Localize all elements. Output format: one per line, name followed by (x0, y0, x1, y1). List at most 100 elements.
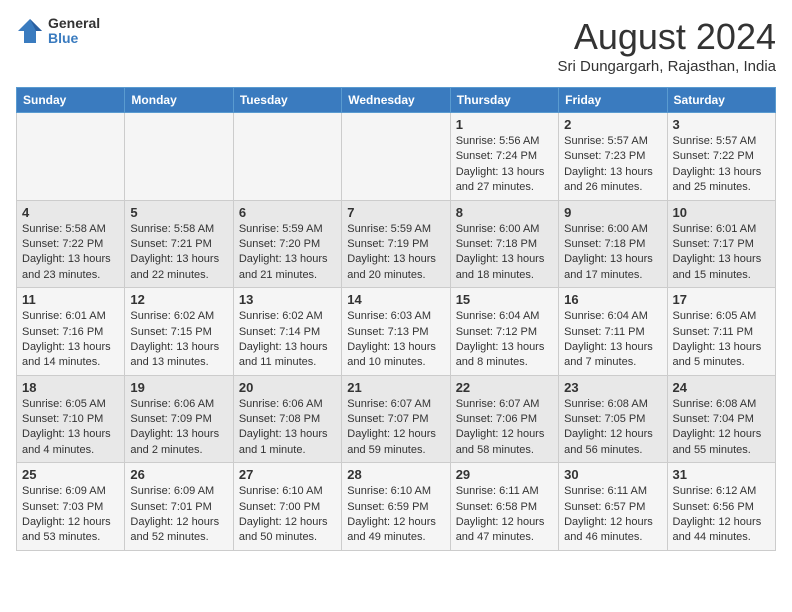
week-row-4: 18 Sunrise: 6:05 AM Sunset: 7:10 PM Dayli… (17, 375, 776, 463)
day-number: 26 (130, 467, 227, 482)
day-number: 7 (347, 205, 444, 220)
day-info: Sunrise: 5:58 AM Sunset: 7:21 PM Dayligh… (130, 222, 227, 284)
day-info: Sunrise: 6:04 AM Sunset: 7:11 PM Dayligh… (564, 309, 661, 371)
day-number: 4 (22, 205, 119, 220)
day-number: 17 (673, 292, 770, 307)
calendar-cell: 25 Sunrise: 6:09 AM Sunset: 7:03 PM Dayli… (17, 463, 125, 551)
logo-general-text: General (48, 16, 100, 31)
calendar-cell: 14 Sunrise: 6:03 AM Sunset: 7:13 PM Dayli… (342, 288, 450, 376)
day-info: Sunrise: 6:02 AM Sunset: 7:15 PM Dayligh… (130, 309, 227, 371)
calendar-cell: 26Sunrise: 6:09 AM Sunset: 7:01 PM Dayli… (125, 463, 233, 551)
day-info: Sunrise: 6:00 AM Sunset: 7:18 PM Dayligh… (564, 222, 661, 284)
day-info: Sunrise: 6:07 AM Sunset: 7:06 PM Dayligh… (456, 397, 553, 459)
day-number: 29 (456, 467, 553, 482)
calendar-cell: 13 Sunrise: 6:02 AM Sunset: 7:14 PM Dayli… (233, 288, 341, 376)
day-number: 28 (347, 467, 444, 482)
calendar-cell (17, 113, 125, 201)
calendar-cell (342, 113, 450, 201)
calendar-cell: 24 Sunrise: 6:08 AM Sunset: 7:04 PM Dayli… (667, 375, 775, 463)
calendar-cell: 15 Sunrise: 6:04 AM Sunset: 7:12 PM Dayli… (450, 288, 558, 376)
day-info: Sunrise: 6:12 AM Sunset: 6:56 PM Dayligh… (673, 484, 770, 546)
day-number: 15 (456, 292, 553, 307)
day-number: 6 (239, 205, 336, 220)
day-info: Sunrise: 6:05 AM Sunset: 7:10 PM Dayligh… (22, 397, 119, 459)
calendar-cell: 30 Sunrise: 6:11 AM Sunset: 6:57 PM Dayli… (559, 463, 667, 551)
header-day-saturday: Saturday (667, 88, 775, 113)
calendar-cell: 2Sunrise: 5:57 AM Sunset: 7:23 PM Daylig… (559, 113, 667, 201)
day-number: 19 (130, 380, 227, 395)
day-info: Sunrise: 5:58 AM Sunset: 7:22 PM Dayligh… (22, 222, 119, 284)
day-info: Sunrise: 6:07 AM Sunset: 7:07 PM Dayligh… (347, 397, 444, 459)
day-number: 10 (673, 205, 770, 220)
day-info: Sunrise: 6:06 AM Sunset: 7:08 PM Dayligh… (239, 397, 336, 459)
calendar-cell: 20 Sunrise: 6:06 AM Sunset: 7:08 PM Dayli… (233, 375, 341, 463)
day-number: 23 (564, 380, 661, 395)
calendar-cell: 1 Sunrise: 5:56 AM Sunset: 7:24 PM Daylig… (450, 113, 558, 201)
day-number: 25 (22, 467, 119, 482)
calendar-table: SundayMondayTuesdayWednesdayThursdayFrid… (16, 87, 776, 551)
day-info: Sunrise: 6:01 AM Sunset: 7:16 PM Dayligh… (22, 309, 119, 371)
day-number: 3 (673, 117, 770, 132)
header-day-monday: Monday (125, 88, 233, 113)
day-number: 5 (130, 205, 227, 220)
header-day-wednesday: Wednesday (342, 88, 450, 113)
day-info: Sunrise: 6:03 AM Sunset: 7:13 PM Dayligh… (347, 309, 444, 371)
calendar-cell (125, 113, 233, 201)
day-number: 8 (456, 205, 553, 220)
header-row: SundayMondayTuesdayWednesdayThursdayFrid… (17, 88, 776, 113)
day-info: Sunrise: 5:59 AM Sunset: 7:20 PM Dayligh… (239, 222, 336, 284)
day-number: 24 (673, 380, 770, 395)
day-number: 20 (239, 380, 336, 395)
day-info: Sunrise: 6:09 AM Sunset: 7:03 PM Dayligh… (22, 484, 119, 546)
day-number: 27 (239, 467, 336, 482)
day-info: Sunrise: 6:11 AM Sunset: 6:58 PM Dayligh… (456, 484, 553, 546)
day-info: Sunrise: 6:10 AM Sunset: 6:59 PM Dayligh… (347, 484, 444, 546)
calendar-cell: 22 Sunrise: 6:07 AM Sunset: 7:06 PM Dayli… (450, 375, 558, 463)
week-row-1: 1 Sunrise: 5:56 AM Sunset: 7:24 PM Daylig… (17, 113, 776, 201)
logo-blue-text: Blue (48, 31, 100, 46)
day-info: Sunrise: 6:02 AM Sunset: 7:14 PM Dayligh… (239, 309, 336, 371)
week-row-5: 25 Sunrise: 6:09 AM Sunset: 7:03 PM Dayli… (17, 463, 776, 551)
day-number: 12 (130, 292, 227, 307)
title-area: August 2024 Sri Dungargarh, Rajasthan, I… (558, 16, 776, 75)
calendar-cell: 10 Sunrise: 6:01 AM Sunset: 7:17 PM Dayli… (667, 200, 775, 288)
day-info: Sunrise: 6:06 AM Sunset: 7:09 PM Dayligh… (130, 397, 227, 459)
calendar-cell: 31 Sunrise: 6:12 AM Sunset: 6:56 PM Dayli… (667, 463, 775, 551)
day-info: Sunrise: 6:11 AM Sunset: 6:57 PM Dayligh… (564, 484, 661, 546)
day-info: Sunrise: 6:00 AM Sunset: 7:18 PM Dayligh… (456, 222, 553, 284)
logo: General Blue (16, 16, 100, 47)
logo-icon (16, 17, 44, 45)
day-info: Sunrise: 5:59 AM Sunset: 7:19 PM Dayligh… (347, 222, 444, 284)
page-header: General Blue August 2024 Sri Dungargarh,… (16, 16, 776, 75)
day-number: 21 (347, 380, 444, 395)
day-info: Sunrise: 5:56 AM Sunset: 7:24 PM Dayligh… (456, 134, 553, 196)
day-number: 30 (564, 467, 661, 482)
day-number: 22 (456, 380, 553, 395)
calendar-title: August 2024 (558, 16, 776, 58)
day-number: 14 (347, 292, 444, 307)
calendar-cell: 28 Sunrise: 6:10 AM Sunset: 6:59 PM Dayli… (342, 463, 450, 551)
day-number: 13 (239, 292, 336, 307)
calendar-cell: 9Sunrise: 6:00 AM Sunset: 7:18 PM Daylig… (559, 200, 667, 288)
calendar-body: 1 Sunrise: 5:56 AM Sunset: 7:24 PM Daylig… (17, 113, 776, 551)
day-number: 2 (564, 117, 661, 132)
calendar-cell: 7 Sunrise: 5:59 AM Sunset: 7:19 PM Daylig… (342, 200, 450, 288)
day-number: 18 (22, 380, 119, 395)
day-number: 31 (673, 467, 770, 482)
day-number: 1 (456, 117, 553, 132)
day-info: Sunrise: 6:08 AM Sunset: 7:04 PM Dayligh… (673, 397, 770, 459)
calendar-cell: 3 Sunrise: 5:57 AM Sunset: 7:22 PM Daylig… (667, 113, 775, 201)
day-info: Sunrise: 6:04 AM Sunset: 7:12 PM Dayligh… (456, 309, 553, 371)
header-day-thursday: Thursday (450, 88, 558, 113)
day-number: 11 (22, 292, 119, 307)
week-row-2: 4 Sunrise: 5:58 AM Sunset: 7:22 PM Daylig… (17, 200, 776, 288)
day-number: 16 (564, 292, 661, 307)
day-info: Sunrise: 5:57 AM Sunset: 7:22 PM Dayligh… (673, 134, 770, 196)
calendar-cell: 8 Sunrise: 6:00 AM Sunset: 7:18 PM Daylig… (450, 200, 558, 288)
day-info: Sunrise: 6:05 AM Sunset: 7:11 PM Dayligh… (673, 309, 770, 371)
calendar-cell: 11 Sunrise: 6:01 AM Sunset: 7:16 PM Dayli… (17, 288, 125, 376)
calendar-cell: 27Sunrise: 6:10 AM Sunset: 7:00 PM Dayli… (233, 463, 341, 551)
day-info: Sunrise: 6:01 AM Sunset: 7:17 PM Dayligh… (673, 222, 770, 284)
calendar-header: SundayMondayTuesdayWednesdayThursdayFrid… (17, 88, 776, 113)
calendar-cell: 23Sunrise: 6:08 AM Sunset: 7:05 PM Dayli… (559, 375, 667, 463)
